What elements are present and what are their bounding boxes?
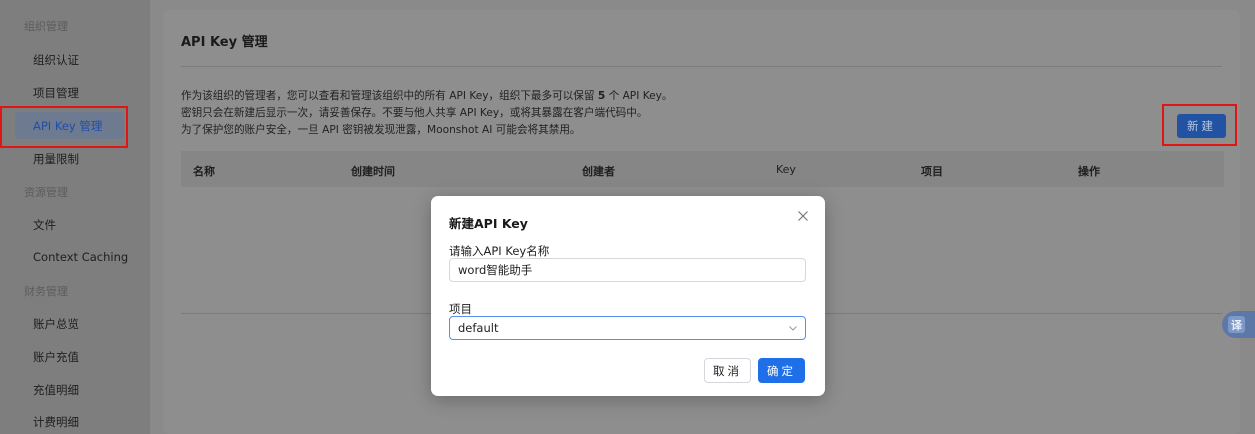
api-key-name-input[interactable] [449, 258, 806, 282]
project-select-value: default [458, 321, 499, 335]
column-header-project: 项目 [921, 165, 943, 178]
translate-button[interactable]: 译 [1222, 311, 1255, 338]
column-header-key: Key [776, 163, 796, 176]
sidebar-item-context-caching[interactable]: Context Caching [33, 250, 128, 264]
column-header-created-time: 创建时间 [351, 165, 395, 178]
highlight-box-new-button [1162, 104, 1237, 146]
chevron-down-icon [789, 326, 797, 331]
cancel-button[interactable]: 取消 [704, 358, 751, 383]
sidebar-item-files[interactable]: 文件 [33, 217, 56, 233]
translate-icon: 译 [1228, 316, 1245, 333]
new-api-key-modal: 新建API Key 请输入API Key名称 项目 default 取消 确定 [431, 196, 825, 396]
description-line-3: 为了保护您的账户安全，一旦 API 密钥被发现泄露，Moonshot AI 可能… [181, 124, 581, 136]
sidebar-item-org-verify[interactable]: 组织认证 [33, 52, 79, 68]
table-header: 名称 创建时间 创建者 Key 项目 操作 [181, 151, 1224, 187]
sidebar-item-recharge-details[interactable]: 充值明细 [33, 382, 79, 398]
confirm-button[interactable]: 确定 [758, 358, 805, 383]
highlight-box-sidebar [0, 106, 128, 148]
api-key-name-label: 请输入API Key名称 [449, 244, 550, 258]
column-header-name: 名称 [193, 165, 215, 178]
description-line-2: 密钥只会在新建后显示一次，请妥善保存。不要与他人共享 API Key，或将其暴露… [181, 107, 648, 119]
page-title: API Key 管理 [181, 35, 268, 50]
column-header-actions: 操作 [1078, 165, 1100, 178]
sidebar: 组织管理 组织认证 项目管理 API Key 管理 用量限制 资源管理 文件 C… [0, 0, 150, 434]
description-line-1-text: 作为该组织的管理者，您可以查看和管理该组织中的所有 API Key，组织下最多可… [181, 90, 598, 102]
project-label: 项目 [449, 302, 472, 316]
sidebar-item-account-overview[interactable]: 账户总览 [33, 316, 79, 332]
project-select[interactable]: default [449, 316, 806, 340]
modal-title: 新建API Key [449, 216, 528, 231]
sidebar-item-projects[interactable]: 项目管理 [33, 85, 79, 101]
sidebar-group-finance: 财务管理 [24, 285, 68, 298]
title-divider [181, 66, 1222, 67]
sidebar-item-usage-limits[interactable]: 用量限制 [33, 151, 79, 167]
sidebar-item-billing-details[interactable]: 计费明细 [33, 414, 79, 430]
sidebar-item-recharge[interactable]: 账户充值 [33, 349, 79, 365]
description-line-1: 作为该组织的管理者，您可以查看和管理该组织中的所有 API Key，组织下最多可… [181, 88, 673, 103]
sidebar-group-resources: 资源管理 [24, 186, 68, 199]
column-header-creator: 创建者 [582, 165, 615, 178]
sidebar-group-org: 组织管理 [24, 20, 68, 33]
description-line-1-suffix: 个 API Key。 [605, 90, 673, 102]
close-icon[interactable] [795, 208, 811, 224]
